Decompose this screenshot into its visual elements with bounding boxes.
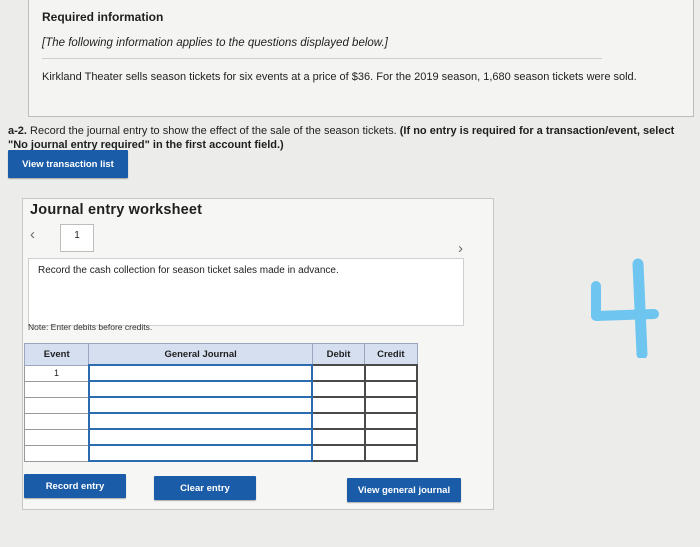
credit-field[interactable] — [363, 428, 419, 446]
account-field[interactable] — [87, 444, 314, 462]
credit-field[interactable] — [363, 380, 419, 398]
applies-note: [The following information applies to th… — [42, 37, 388, 49]
debit-field[interactable] — [311, 364, 366, 382]
debit-credit-note: Note: Enter debits before credits. — [28, 322, 153, 332]
event-cell — [23, 396, 90, 414]
view-transaction-list-button[interactable]: View transaction list — [8, 150, 128, 178]
event-cell: 1 — [23, 364, 90, 382]
event-cell — [23, 428, 90, 446]
column-header-general-journal: General Journal — [88, 343, 313, 366]
worksheet-page-number[interactable]: 1 — [60, 224, 94, 252]
worksheet-title: Journal entry worksheet — [30, 202, 203, 218]
debit-field[interactable] — [311, 428, 366, 446]
debit-field[interactable] — [311, 396, 366, 414]
column-header-debit: Debit — [311, 343, 366, 366]
table-row — [23, 444, 419, 462]
debit-field[interactable] — [311, 444, 366, 462]
account-field[interactable] — [87, 412, 314, 430]
account-field[interactable] — [87, 364, 314, 382]
general-journal-table: Event General Journal Debit Credit 1 — [23, 343, 419, 462]
debit-field[interactable] — [311, 412, 366, 430]
table-row — [23, 412, 419, 430]
debit-field[interactable] — [311, 380, 366, 398]
column-header-credit: Credit — [364, 343, 418, 366]
question-number: a-2. — [8, 125, 27, 137]
event-cell — [23, 444, 90, 462]
table-row: 1 — [23, 364, 419, 382]
handwritten-four-mark — [591, 258, 659, 358]
column-header-event: Event — [23, 343, 90, 366]
table-row — [23, 428, 419, 446]
chevron-right-icon[interactable]: › — [458, 240, 463, 257]
divider — [42, 58, 602, 59]
chevron-left-icon[interactable]: ‹ — [30, 226, 35, 243]
credit-field[interactable] — [363, 364, 419, 382]
problem-text: Kirkland Theater sells season tickets fo… — [42, 71, 637, 83]
credit-field[interactable] — [363, 396, 419, 414]
required-information-title: Required information — [42, 10, 164, 24]
account-field[interactable] — [87, 396, 314, 414]
transaction-description: Record the cash collection for season ti… — [38, 265, 339, 276]
table-row — [23, 380, 419, 398]
credit-field[interactable] — [363, 444, 419, 462]
question-prompt: a-2. Record the journal entry to show th… — [8, 124, 688, 152]
account-field[interactable] — [87, 380, 314, 398]
credit-field[interactable] — [363, 412, 419, 430]
event-cell — [23, 412, 90, 430]
event-cell — [23, 380, 90, 398]
account-field[interactable] — [87, 428, 314, 446]
clear-entry-button[interactable]: Clear entry — [154, 476, 256, 500]
question-text: Record the journal entry to show the eff… — [26, 125, 400, 137]
view-general-journal-button[interactable]: View general journal — [347, 478, 461, 502]
record-entry-button[interactable]: Record entry — [24, 474, 126, 498]
table-row — [23, 396, 419, 414]
